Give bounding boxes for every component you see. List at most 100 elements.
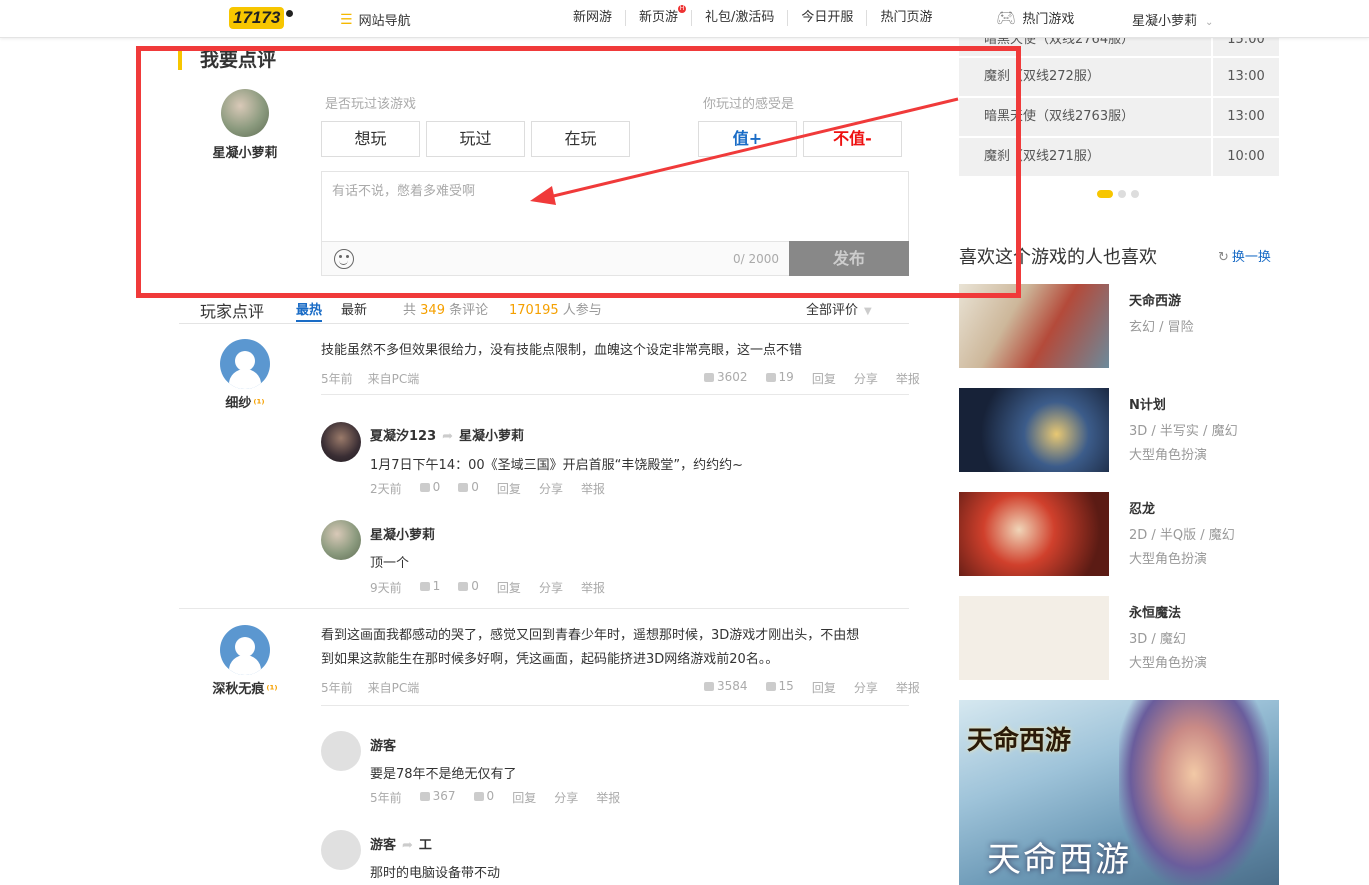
site-navigation-menu[interactable]: ☰ 网站导航: [340, 10, 411, 30]
like-button[interactable]: 0: [419, 480, 441, 497]
reply-author[interactable]: 游客: [370, 735, 396, 754]
reply-user[interactable]: 夏凝汐123: [370, 429, 436, 444]
share-button[interactable]: 分享: [854, 679, 878, 696]
table-row[interactable]: 魔刹（双线272服） 13:00: [959, 58, 1279, 98]
dislike-button[interactable]: 0: [473, 789, 494, 806]
table-row[interactable]: 魔刹（双线271服） 10:00: [959, 138, 1279, 178]
game-ad-banner[interactable]: 天命西游 天命西游: [959, 700, 1279, 885]
carousel-dot[interactable]: [1118, 190, 1126, 198]
worth-button[interactable]: 值+: [698, 121, 797, 157]
reply-time: 9天前: [370, 581, 402, 595]
game-card[interactable]: N计划 3D / 半写实 / 魔幻 大型角色扮演: [959, 388, 1279, 472]
user-menu[interactable]: 星凝小萝莉 ⌄: [1132, 10, 1213, 29]
report-button[interactable]: 举报: [896, 679, 920, 696]
like-button[interactable]: 1: [419, 579, 440, 596]
guest-avatar[interactable]: [321, 731, 361, 771]
share-button[interactable]: 分享: [854, 370, 878, 387]
played-button[interactable]: 玩过: [426, 121, 525, 157]
site-logo[interactable]: 17173: [229, 6, 294, 30]
reply-button[interactable]: 回复: [812, 679, 836, 696]
game-thumbnail[interactable]: [959, 492, 1109, 576]
not-worth-button[interactable]: 不值-: [803, 121, 902, 157]
reply-button[interactable]: 回复: [497, 579, 521, 596]
nav-link-new-web-games[interactable]: 新页游 H: [626, 5, 693, 26]
game-thumbnail[interactable]: [959, 388, 1109, 472]
game-card[interactable]: 永恒魔法 3D / 魔幻 大型角色扮演: [959, 596, 1279, 680]
commenter-avatar[interactable]: [220, 625, 270, 675]
like-button[interactable]: 3602: [704, 370, 748, 387]
table-row[interactable]: 暗黑天使（双线2763服） 13:00: [959, 98, 1279, 138]
guest-avatar[interactable]: [321, 830, 361, 870]
reply-to-user[interactable]: 工: [419, 838, 432, 853]
dislike-button[interactable]: 0: [458, 579, 479, 596]
reply-avatar[interactable]: [321, 422, 361, 462]
hot-games-label: 热门游戏: [1022, 12, 1075, 27]
share-button[interactable]: 分享: [539, 579, 563, 596]
report-button[interactable]: 举报: [896, 370, 920, 387]
commenter-name[interactable]: 深秋无痕 ⁽¹⁾: [190, 678, 300, 697]
table-row[interactable]: 暗黑天使（双线2764服） 15:00: [959, 36, 1279, 58]
game-thumbnail[interactable]: [959, 284, 1109, 368]
review-textarea[interactable]: 有话不说，憋着多难受啊: [321, 171, 909, 241]
want-to-play-button[interactable]: 想玩: [321, 121, 420, 157]
thumbs-down-icon: [458, 483, 469, 492]
tab-hottest[interactable]: 最热: [296, 299, 323, 322]
game-name[interactable]: 永恒魔法: [1129, 602, 1181, 621]
publish-button[interactable]: 发布: [789, 241, 909, 276]
reply-actions: 2天前 0 0 回复 分享 举报: [352, 480, 605, 497]
report-button[interactable]: 举报: [581, 480, 605, 497]
like-button[interactable]: 367: [419, 789, 456, 806]
game-name[interactable]: 天命西游: [1129, 290, 1181, 309]
thumbs-up-icon: [704, 373, 714, 382]
share-button[interactable]: 分享: [539, 480, 563, 497]
refresh-button[interactable]: ↻ 换一换: [1218, 246, 1271, 265]
current-user-name: 星凝小萝莉: [212, 146, 278, 161]
nav-link-today-servers[interactable]: 今日开服: [788, 10, 868, 26]
rating-filter-dropdown[interactable]: 全部评价 ▼: [806, 299, 872, 318]
reply-author[interactable]: 星凝小萝莉: [370, 524, 435, 543]
report-button[interactable]: 举报: [581, 579, 605, 596]
playing-button[interactable]: 在玩: [531, 121, 630, 157]
comment-time: 5年前: [321, 372, 353, 386]
commenter-name[interactable]: 细纱 ⁽¹⁾: [200, 392, 290, 411]
reply-avatar[interactable]: [321, 520, 361, 560]
dislike-button[interactable]: 0: [458, 480, 479, 497]
server-time: 15:00: [1213, 36, 1279, 56]
count-value: 349: [420, 303, 445, 318]
share-button[interactable]: 分享: [554, 789, 578, 806]
like-button[interactable]: 3584: [704, 679, 748, 696]
tab-newest[interactable]: 最新: [341, 299, 367, 318]
dislike-button[interactable]: 19: [765, 370, 794, 387]
commenter-avatar[interactable]: [220, 339, 270, 389]
nav-link-hot-web-games[interactable]: 热门页游: [867, 10, 945, 26]
emoji-icon[interactable]: [334, 249, 354, 269]
report-button[interactable]: 举报: [596, 789, 620, 806]
review-editor-toolbar: 0/ 2000: [321, 241, 789, 276]
current-user-avatar: [221, 89, 269, 137]
reply-button[interactable]: 回复: [497, 480, 521, 497]
reply-button[interactable]: 回复: [512, 789, 536, 806]
nav-link-new-online-games[interactable]: 新网游: [560, 10, 627, 26]
character-counter: 0/ 2000: [732, 252, 779, 266]
new-badge-icon: H: [678, 5, 687, 13]
like-count: 0: [432, 480, 441, 494]
game-name[interactable]: 忍龙: [1129, 498, 1155, 517]
reply-user[interactable]: 游客: [370, 838, 396, 853]
game-tags: 2D / 半Q版 / 魔幻: [1129, 528, 1235, 543]
nav-link-gift-codes[interactable]: 礼包/激活码: [692, 10, 789, 26]
comment-text-line: 到如果这款能生在那时候多好啊，凭这画面，起码能挤进3D网络游戏前20名。。: [321, 652, 779, 667]
reply-button[interactable]: 回复: [812, 370, 836, 387]
comment-meta: 5年前 来自PC端: [321, 679, 434, 696]
thumbs-up-icon: [419, 792, 430, 801]
carousel-dot[interactable]: [1131, 190, 1139, 198]
carousel-dot[interactable]: [1097, 190, 1113, 198]
game-card[interactable]: 忍龙 2D / 半Q版 / 魔幻 大型角色扮演: [959, 492, 1279, 576]
hot-games-menu[interactable]: 🎮︎ 热门游戏: [996, 8, 1074, 27]
thumbs-up-icon: [419, 483, 430, 492]
refresh-label: 换一换: [1231, 250, 1271, 265]
dislike-button[interactable]: 15: [765, 679, 794, 696]
game-name[interactable]: N计划: [1129, 394, 1166, 413]
game-thumbnail[interactable]: [959, 596, 1109, 680]
game-card[interactable]: 天命西游 玄幻 / 冒险: [959, 284, 1279, 368]
reply-to-user[interactable]: 星凝小萝莉: [459, 429, 524, 444]
